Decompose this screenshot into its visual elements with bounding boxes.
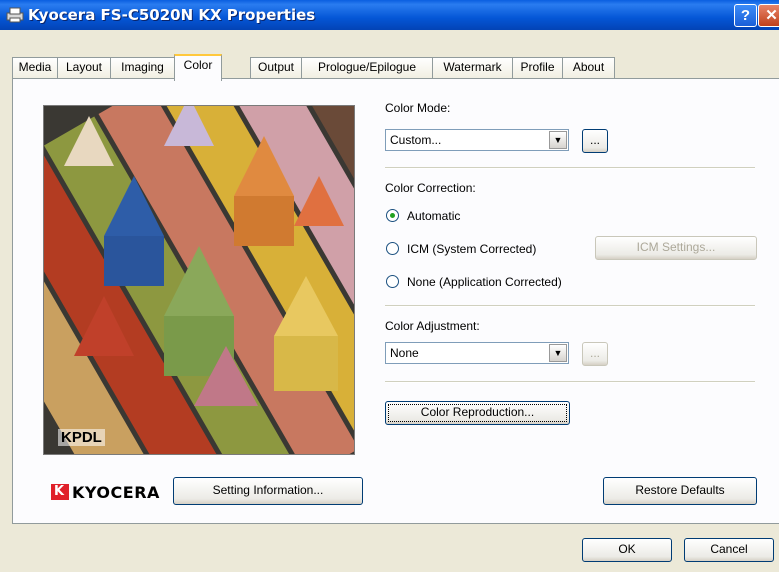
divider xyxy=(385,305,755,307)
title-bar: Kyocera FS-C5020N KX Properties ? ✕ xyxy=(0,0,779,30)
tab-imaging[interactable]: Imaging xyxy=(110,57,175,78)
radio-automatic-label: Automatic xyxy=(407,209,461,223)
radio-icm-label: ICM (System Corrected) xyxy=(407,242,537,256)
kyocera-logo: KYOCERA xyxy=(51,483,160,502)
kyocera-logo-text: KYOCERA xyxy=(72,483,160,502)
divider xyxy=(385,381,755,383)
tab-about[interactable]: About xyxy=(562,57,615,78)
radio-selected-icon xyxy=(386,209,399,222)
tab-watermark[interactable]: Watermark xyxy=(432,57,513,78)
radio-unselected-icon xyxy=(386,242,399,255)
chevron-down-icon[interactable]: ▼ xyxy=(549,344,567,362)
restore-defaults-button[interactable]: Restore Defaults xyxy=(603,477,757,505)
window-title: Kyocera FS-C5020N KX Properties xyxy=(28,6,316,24)
cancel-button[interactable]: Cancel xyxy=(684,538,774,562)
color-correction-label: Color Correction: xyxy=(385,181,476,195)
tab-profile[interactable]: Profile xyxy=(512,57,563,78)
icm-settings-button[interactable]: ICM Settings... xyxy=(595,236,757,260)
radio-icm[interactable]: ICM (System Corrected) xyxy=(386,242,536,256)
kyocera-logo-icon xyxy=(51,484,69,500)
color-mode-label: Color Mode: xyxy=(385,101,451,115)
color-reproduction-button[interactable]: Color Reproduction... xyxy=(385,401,570,425)
color-adjustment-more-button[interactable]: ... xyxy=(582,342,608,366)
color-mode-more-button[interactable]: ... xyxy=(582,129,608,153)
crayons-illustration xyxy=(44,106,354,454)
preview-caption: KPDL xyxy=(58,429,105,446)
tab-output[interactable]: Output xyxy=(250,57,302,78)
color-preview-image: KPDL xyxy=(43,105,355,455)
color-mode-value: Custom... xyxy=(390,133,442,147)
tab-media[interactable]: Media xyxy=(12,57,58,78)
tab-prologue-epilogue[interactable]: Prologue/Epilogue xyxy=(301,57,433,78)
help-button[interactable]: ? xyxy=(734,4,757,27)
setting-information-button[interactable]: Setting Information... xyxy=(173,477,363,505)
radio-automatic[interactable]: Automatic xyxy=(386,209,460,223)
color-adjustment-select[interactable]: None ▼ xyxy=(385,342,569,364)
radio-unselected-icon xyxy=(386,275,399,288)
radio-none[interactable]: None (Application Corrected) xyxy=(386,275,562,289)
ok-button[interactable]: OK xyxy=(582,538,672,562)
printer-icon xyxy=(6,7,24,23)
tab-layout[interactable]: Layout xyxy=(57,57,111,78)
color-adjustment-label: Color Adjustment: xyxy=(385,319,480,333)
close-button[interactable]: ✕ xyxy=(758,4,779,27)
radio-none-label: None (Application Corrected) xyxy=(407,275,562,289)
divider xyxy=(385,167,755,169)
color-adjustment-value: None xyxy=(390,346,419,360)
color-mode-select[interactable]: Custom... ▼ xyxy=(385,129,569,151)
color-tab-panel: KPDL Color Mode: Custom... ▼ ... Color C… xyxy=(12,78,779,524)
chevron-down-icon[interactable]: ▼ xyxy=(549,131,567,149)
tab-color[interactable]: Color xyxy=(174,54,222,81)
